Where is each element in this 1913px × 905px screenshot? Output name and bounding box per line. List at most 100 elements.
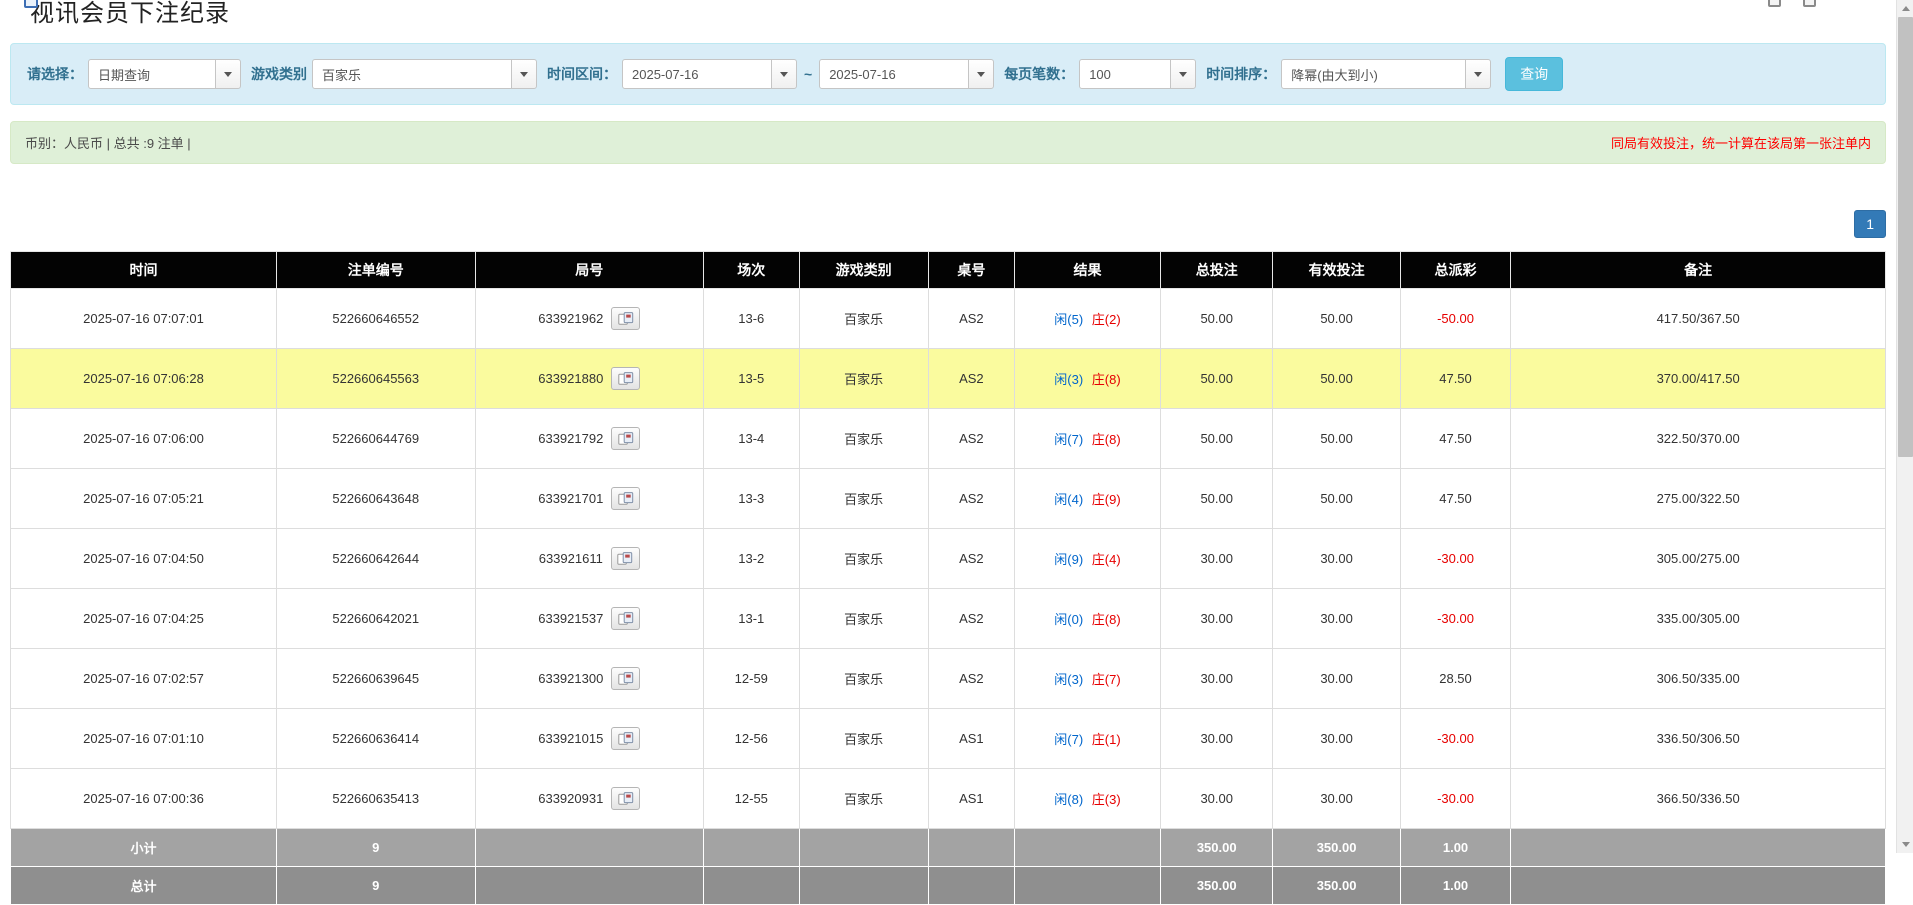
page-size-combo: [1079, 59, 1196, 89]
round-id: 633921701: [538, 491, 603, 506]
round-id-wrap: 633921611: [539, 547, 640, 570]
cell-total-bet[interactable]: 30.00: [1161, 589, 1273, 649]
cell-note: 336.50/306.50: [1511, 709, 1886, 769]
query-type-input[interactable]: [88, 59, 216, 89]
date-to-input[interactable]: [819, 59, 969, 89]
cards-icon: [618, 792, 634, 805]
subtotal-row: 小计 9 350.00 350.00 1.00: [11, 829, 1886, 867]
cell-bet-id: 522660644769: [276, 409, 475, 469]
page-size-dropdown-button[interactable]: [1170, 59, 1196, 89]
cell-note: 275.00/322.50: [1511, 469, 1886, 529]
cell-session: 13-3: [704, 469, 800, 529]
toolbar-icon[interactable]: [1768, 0, 1781, 7]
cell-payout: 47.50: [1400, 409, 1511, 469]
query-type-combo: [88, 59, 241, 89]
cell-total-bet[interactable]: 30.00: [1161, 529, 1273, 589]
cell-result: 闲(3) 庄(8): [1014, 349, 1160, 409]
cell-session: 12-56: [704, 709, 800, 769]
chevron-down-icon: [1474, 72, 1482, 77]
cell-total-bet[interactable]: 50.00: [1161, 349, 1273, 409]
view-cards-button[interactable]: [611, 727, 640, 750]
cell-round-id: 633921611: [475, 529, 704, 589]
main-content: 视讯会员下注纪录 请选择： 游戏类别 时间区间： ~ 每页笔数： 时间排序：: [10, 0, 1886, 905]
cell-payout: 47.50: [1400, 469, 1511, 529]
search-button[interactable]: 查询: [1505, 57, 1563, 91]
banker-result: 庄(4): [1092, 552, 1121, 567]
chevron-down-icon: [224, 72, 232, 77]
cell-payout: -30.00: [1400, 709, 1511, 769]
cell-valid-bet: 50.00: [1273, 289, 1400, 349]
column-header: 场次: [704, 252, 800, 289]
cell-result: 闲(4) 庄(9): [1014, 469, 1160, 529]
query-type-dropdown-button[interactable]: [215, 59, 241, 89]
view-cards-button[interactable]: [611, 787, 640, 810]
window-corner-icon: [24, 0, 38, 8]
cell-table-no: AS2: [928, 529, 1014, 589]
view-cards-button[interactable]: [611, 307, 640, 330]
view-cards-button[interactable]: [611, 367, 640, 390]
cell-total-bet[interactable]: 30.00: [1161, 709, 1273, 769]
cell-session: 12-59: [704, 649, 800, 709]
page-size-label: 每页笔数：: [1004, 64, 1074, 84]
cell-payout: 47.50: [1400, 349, 1511, 409]
table-body: 2025-07-16 07:07:01 522660646552 6339219…: [11, 289, 1886, 829]
page-size-input[interactable]: [1079, 59, 1171, 89]
cell-total-bet[interactable]: 50.00: [1161, 469, 1273, 529]
scroll-down-arrow[interactable]: [1897, 836, 1913, 853]
cards-icon: [618, 492, 634, 505]
cell-round-id: 633921537: [475, 589, 704, 649]
column-header: 游戏类别: [799, 252, 928, 289]
cell-note: 370.00/417.50: [1511, 349, 1886, 409]
cell-result: 闲(7) 庄(8): [1014, 409, 1160, 469]
date-from-input[interactable]: [622, 59, 772, 89]
cell-round-id: 633921701: [475, 469, 704, 529]
cell-table-no: AS1: [928, 769, 1014, 829]
vertical-scrollbar[interactable]: [1896, 0, 1913, 853]
scrollbar-thumb[interactable]: [1898, 17, 1913, 457]
sort-input[interactable]: [1281, 59, 1466, 89]
scroll-up-arrow[interactable]: [1897, 0, 1913, 17]
date-to-dropdown-button[interactable]: [968, 59, 994, 89]
cell-game-type: 百家乐: [799, 649, 928, 709]
total-label: 总计: [11, 867, 277, 905]
cell-total-bet[interactable]: 50.00: [1161, 289, 1273, 349]
cell-empty: [928, 829, 1014, 867]
title-area: 视讯会员下注纪录: [30, 0, 1886, 30]
cell-total-bet[interactable]: 50.00: [1161, 409, 1273, 469]
table-row: 2025-07-16 07:06:00 522660644769 6339217…: [11, 409, 1886, 469]
cell-payout: -50.00: [1400, 289, 1511, 349]
view-cards-button[interactable]: [611, 487, 640, 510]
player-result: 闲(3): [1054, 372, 1083, 387]
cell-total-bet[interactable]: 30.00: [1161, 649, 1273, 709]
cell-round-id: 633921015: [475, 709, 704, 769]
game-type-dropdown-button[interactable]: [511, 59, 537, 89]
table-row: 2025-07-16 07:02:57 522660639645 6339213…: [11, 649, 1886, 709]
view-cards-button[interactable]: [611, 427, 640, 450]
cell-valid-bet: 30.00: [1273, 589, 1400, 649]
view-cards-button[interactable]: [611, 547, 640, 570]
cards-icon: [618, 312, 634, 325]
cell-total-bet[interactable]: 30.00: [1161, 769, 1273, 829]
date-from-dropdown-button[interactable]: [771, 59, 797, 89]
cell-time: 2025-07-16 07:04:50: [11, 529, 277, 589]
round-id: 633920931: [538, 791, 603, 806]
banker-result: 庄(8): [1092, 372, 1121, 387]
sort-dropdown-button[interactable]: [1465, 59, 1491, 89]
cell-note: 335.00/305.00: [1511, 589, 1886, 649]
cell-session: 13-4: [704, 409, 800, 469]
view-cards-button[interactable]: [611, 607, 640, 630]
view-cards-button[interactable]: [611, 667, 640, 690]
subtotal-valid-bet: 350.00: [1273, 829, 1400, 867]
currency-total-text: 币别：人民币 | 总共 :9 注单 |: [25, 133, 191, 152]
column-header: 局号: [475, 252, 704, 289]
cell-time: 2025-07-16 07:00:36: [11, 769, 277, 829]
cell-bet-id: 522660642021: [276, 589, 475, 649]
game-type-input[interactable]: [312, 59, 512, 89]
toolbar-icon[interactable]: [1803, 0, 1816, 7]
summary-bar: 币别：人民币 | 总共 :9 注单 | 同局有效投注，统一计算在该局第一张注单内: [10, 121, 1886, 164]
cell-bet-id: 522660646552: [276, 289, 475, 349]
cell-session: 13-2: [704, 529, 800, 589]
chevron-down-icon: [780, 72, 788, 77]
cell-empty: [1511, 829, 1886, 867]
page-number-button[interactable]: 1: [1854, 210, 1886, 238]
